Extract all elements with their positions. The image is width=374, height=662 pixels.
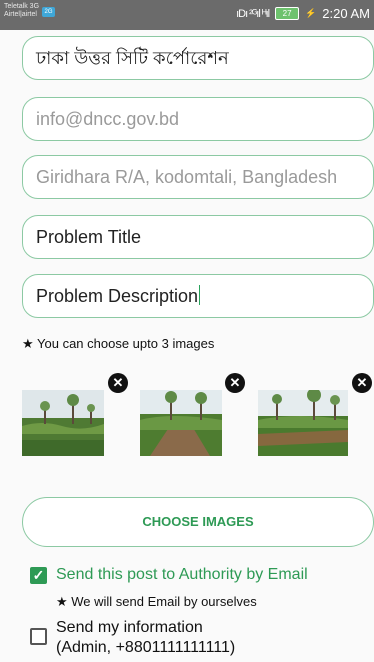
- authority-name-field[interactable]: ঢাকা উত্তর সিটি কর্পোরেশন: [22, 36, 374, 80]
- image-thumbnail-2: [140, 390, 222, 456]
- text-cursor: [199, 285, 201, 305]
- remove-image-3-button[interactable]: ✕: [352, 373, 372, 393]
- send-info-label-line-1: Send my information: [56, 619, 203, 636]
- email-note: ★ We will send Email by ourselves: [56, 594, 257, 609]
- clock: 2:20 AM: [322, 6, 370, 21]
- carrier-info: Teletalk 3G Airtel|airtel: [4, 3, 39, 19]
- remove-image-1-button[interactable]: ✕: [108, 373, 128, 393]
- carrier-line-1: Teletalk 3G: [4, 3, 40, 10]
- status-icons: ıDı ²ᴳıl ᴴıl 27 ⚡ 2:20 AM: [236, 6, 370, 21]
- charging-icon: ⚡: [305, 8, 317, 18]
- image-limit-hint: ★ You can choose upto 3 images: [22, 336, 215, 351]
- send-email-option[interactable]: ✓ Send this post to Authority by Email: [30, 565, 308, 585]
- carrier-line-2: Airtel|airtel: [4, 11, 37, 18]
- send-email-label: Send this post to Authority by Email: [56, 566, 308, 583]
- choose-images-button[interactable]: CHOOSE IMAGES: [22, 497, 374, 547]
- network-badge: 2G: [42, 7, 55, 17]
- status-bar: Teletalk 3G Airtel|airtel 2G ıDı ²ᴳıl ᴴı…: [0, 0, 374, 30]
- image-thumbnail-3: [258, 390, 348, 456]
- remove-image-2-button[interactable]: ✕: [225, 373, 245, 393]
- send-info-label: Send my information (Admin, +88011111111…: [56, 618, 235, 658]
- send-email-checkbox[interactable]: ✓: [30, 567, 47, 584]
- send-info-label-line-2: (Admin, +8801111111111): [56, 639, 236, 656]
- signal-icon: ıDı ²ᴳıl ᴴıl: [236, 7, 270, 20]
- address-field[interactable]: Giridhara R/A, kodomtali, Bangladesh: [22, 155, 374, 199]
- send-info-option[interactable]: Send my information (Admin, +88011111111…: [30, 618, 235, 658]
- send-info-checkbox[interactable]: [30, 628, 47, 645]
- problem-description-text: Problem Description: [36, 286, 199, 306]
- email-field[interactable]: info@dncc.gov.bd: [22, 97, 374, 141]
- problem-title-field[interactable]: Problem Title: [22, 215, 374, 259]
- problem-description-field[interactable]: Problem Description: [22, 274, 374, 318]
- image-thumbnail-1: [22, 390, 104, 456]
- battery-icon: 27: [275, 7, 300, 20]
